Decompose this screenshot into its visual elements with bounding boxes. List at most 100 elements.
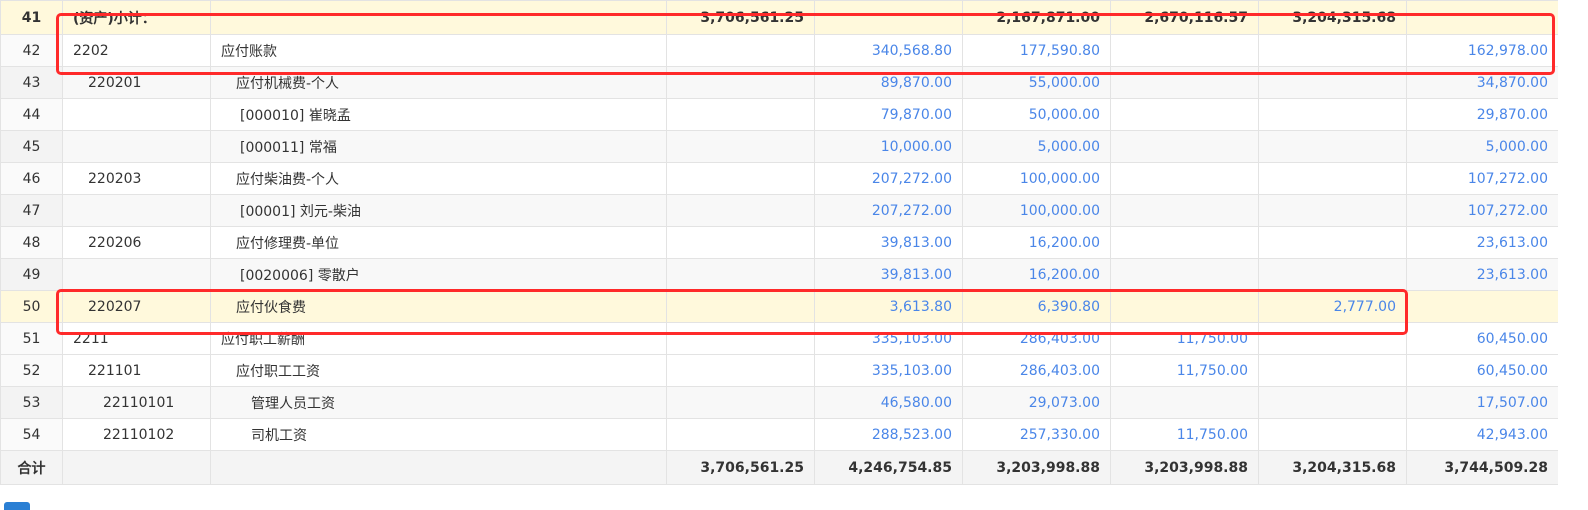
total-code-cell — [62, 450, 211, 485]
closing-credit-cell[interactable]: 34,870.00 — [1406, 66, 1559, 99]
account-name: 应付柴油费-个人 — [210, 162, 667, 195]
closing-credit-cell[interactable]: 42,943.00 — [1406, 418, 1559, 451]
table-row[interactable]: 46 220203 应付柴油费-个人 207,272.00 100,000.00… — [0, 162, 1559, 195]
row-number: 48 — [0, 226, 63, 259]
opening-credit-cell[interactable]: 335,103.00 — [814, 322, 963, 355]
closing-debit-cell — [1258, 162, 1407, 195]
table-row[interactable]: 41 (资产)小计： 3,706,561.25 2,167,871.00 2,6… — [0, 0, 1559, 35]
row-number: 45 — [0, 130, 63, 163]
row-number: 42 — [0, 34, 63, 67]
account-code: 220203 — [62, 162, 211, 195]
closing-credit-cell[interactable]: 5,000.00 — [1406, 130, 1559, 163]
period-credit-cell — [1110, 258, 1259, 291]
closing-credit-cell[interactable]: 60,450.00 — [1406, 354, 1559, 387]
opening-credit-cell[interactable]: 288,523.00 — [814, 418, 963, 451]
opening-debit-cell — [666, 226, 815, 259]
row-number: 46 — [0, 162, 63, 195]
opening-debit-cell — [666, 290, 815, 323]
period-debit-cell[interactable]: 29,073.00 — [962, 386, 1111, 419]
period-credit-cell[interactable]: 11,750.00 — [1110, 354, 1259, 387]
table-row[interactable]: 45 [000011] 常福 10,000.00 5,000.00 5,000.… — [0, 130, 1559, 163]
period-debit-cell[interactable]: 16,200.00 — [962, 258, 1111, 291]
closing-debit-cell: 3,204,315.68 — [1258, 0, 1407, 35]
period-credit-cell[interactable]: 11,750.00 — [1110, 322, 1259, 355]
closing-credit-cell[interactable]: 23,613.00 — [1406, 258, 1559, 291]
closing-debit-cell — [1258, 34, 1407, 67]
opening-credit-cell[interactable]: 89,870.00 — [814, 66, 963, 99]
period-debit-cell: 2,167,871.00 — [962, 0, 1111, 35]
closing-credit-cell — [1406, 0, 1559, 35]
account-code — [62, 98, 211, 131]
opening-credit-cell[interactable]: 207,272.00 — [814, 194, 963, 227]
opening-credit-cell[interactable]: 335,103.00 — [814, 354, 963, 387]
closing-credit-cell[interactable]: 29,870.00 — [1406, 98, 1559, 131]
table-row[interactable]: 42 2202 应付账款 340,568.80 177,590.80 162,9… — [0, 34, 1559, 67]
closing-credit-cell[interactable]: 60,450.00 — [1406, 322, 1559, 355]
period-debit-cell[interactable]: 257,330.00 — [962, 418, 1111, 451]
opening-debit-cell — [666, 162, 815, 195]
closing-debit-cell — [1258, 226, 1407, 259]
opening-credit-cell[interactable]: 39,813.00 — [814, 258, 963, 291]
period-debit-cell[interactable]: 50,000.00 — [962, 98, 1111, 131]
period-debit-cell[interactable]: 286,403.00 — [962, 322, 1111, 355]
table-row[interactable]: 44 [000010] 崔晓孟 79,870.00 50,000.00 29,8… — [0, 98, 1559, 131]
name-cell — [210, 0, 667, 35]
period-debit-cell[interactable]: 100,000.00 — [962, 162, 1111, 195]
period-debit-cell[interactable]: 6,390.80 — [962, 290, 1111, 323]
opening-credit-cell[interactable]: 39,813.00 — [814, 226, 963, 259]
period-debit-cell[interactable]: 177,590.80 — [962, 34, 1111, 67]
table-row[interactable]: 54 22110102 司机工资 288,523.00 257,330.00 1… — [0, 418, 1559, 451]
period-debit-cell[interactable]: 16,200.00 — [962, 226, 1111, 259]
row-number: 51 — [0, 322, 63, 355]
period-credit-cell — [1110, 194, 1259, 227]
scrollbar-track[interactable] — [1558, 0, 1588, 510]
opening-debit-cell — [666, 418, 815, 451]
opening-debit-cell — [666, 66, 815, 99]
subtotal-label: (资产)小计： — [62, 0, 211, 35]
closing-credit-cell[interactable]: 23,613.00 — [1406, 226, 1559, 259]
row-number: 50 — [0, 290, 63, 323]
period-credit-cell — [1110, 226, 1259, 259]
account-code: 220201 — [62, 66, 211, 99]
closing-debit-cell[interactable]: 2,777.00 — [1258, 290, 1407, 323]
opening-credit-cell[interactable]: 340,568.80 — [814, 34, 963, 67]
table-row[interactable]: 50 220207 应付伙食费 3,613.80 6,390.80 2,777.… — [0, 290, 1559, 323]
table-row[interactable]: 51 2211 应付职工薪酬 335,103.00 286,403.00 11,… — [0, 322, 1559, 355]
period-debit-cell[interactable]: 286,403.00 — [962, 354, 1111, 387]
closing-credit-cell[interactable]: 107,272.00 — [1406, 194, 1559, 227]
row-number: 43 — [0, 66, 63, 99]
closing-debit-cell — [1258, 98, 1407, 131]
account-code — [62, 258, 211, 291]
closing-credit-cell[interactable]: 107,272.00 — [1406, 162, 1559, 195]
account-code: 2202 — [62, 34, 211, 67]
table-row[interactable]: 47 [00001] 刘元-柴油 207,272.00 100,000.00 1… — [0, 194, 1559, 227]
account-code: 22110101 — [62, 386, 211, 419]
period-credit-cell — [1110, 162, 1259, 195]
closing-credit-cell[interactable]: 162,978.00 — [1406, 34, 1559, 67]
opening-credit-cell[interactable]: 207,272.00 — [814, 162, 963, 195]
period-debit-cell[interactable]: 100,000.00 — [962, 194, 1111, 227]
opening-debit-cell — [666, 34, 815, 67]
opening-credit-cell[interactable]: 10,000.00 — [814, 130, 963, 163]
table-row[interactable]: 48 220206 应付修理费-单位 39,813.00 16,200.00 2… — [0, 226, 1559, 259]
closing-credit-cell — [1406, 290, 1559, 323]
row-number: 52 — [0, 354, 63, 387]
closing-debit-cell — [1258, 322, 1407, 355]
closing-credit-cell[interactable]: 17,507.00 — [1406, 386, 1559, 419]
table-row[interactable]: 49 [0020006] 零散户 39,813.00 16,200.00 23,… — [0, 258, 1559, 291]
row-number: 47 — [0, 194, 63, 227]
opening-credit-cell[interactable]: 79,870.00 — [814, 98, 963, 131]
account-code: 220206 — [62, 226, 211, 259]
account-code — [62, 194, 211, 227]
account-name: 管理人员工资 — [210, 386, 667, 419]
table-row[interactable]: 43 220201 应付机械费-个人 89,870.00 55,000.00 3… — [0, 66, 1559, 99]
period-debit-cell[interactable]: 5,000.00 — [962, 130, 1111, 163]
total-row: 合计 3,706,561.25 4,246,754.85 3,203,998.8… — [0, 450, 1559, 485]
opening-credit-cell[interactable]: 3,613.80 — [814, 290, 963, 323]
period-debit-cell[interactable]: 55,000.00 — [962, 66, 1111, 99]
sheet-tab-icon[interactable] — [4, 502, 30, 510]
period-credit-cell[interactable]: 11,750.00 — [1110, 418, 1259, 451]
opening-credit-cell[interactable]: 46,580.00 — [814, 386, 963, 419]
table-row[interactable]: 53 22110101 管理人员工资 46,580.00 29,073.00 1… — [0, 386, 1559, 419]
table-row[interactable]: 52 221101 应付职工工资 335,103.00 286,403.00 1… — [0, 354, 1559, 387]
